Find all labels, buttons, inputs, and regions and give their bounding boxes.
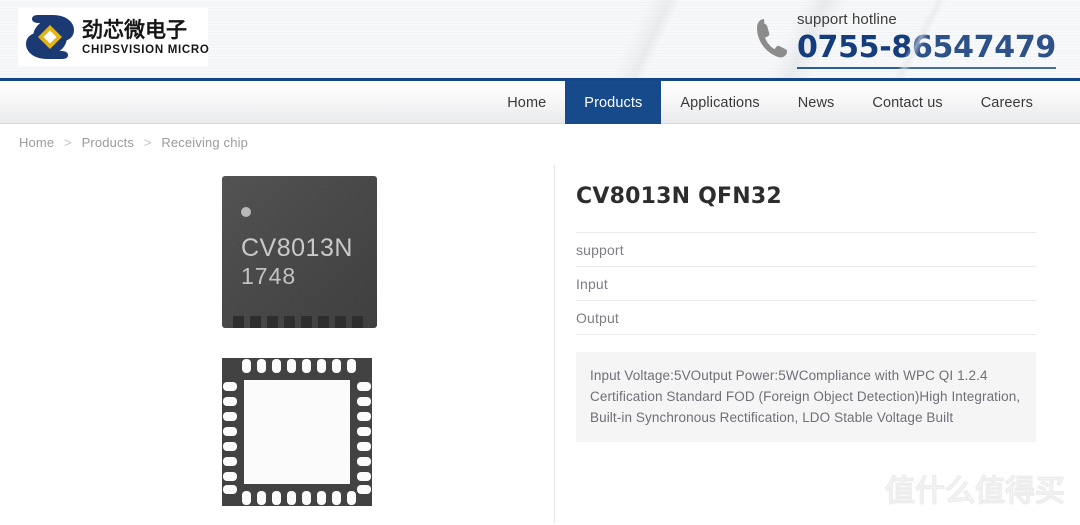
spec-row-input: Input: [576, 267, 1036, 301]
nav-item-home[interactable]: Home: [488, 81, 565, 124]
product-gallery: CV8013N 1748: [205, 170, 405, 512]
logo-name-cn: 劲芯微电子: [82, 17, 187, 42]
breadcrumb-item-products[interactable]: Products: [82, 135, 135, 150]
nav-item-applications[interactable]: Applications: [661, 81, 778, 124]
logo-text-block: 劲芯微电子 CHIPSVISION MICRO: [82, 18, 210, 57]
breadcrumb-item-receiving-chip: Receiving chip: [161, 135, 249, 150]
nav-item-products[interactable]: Products: [565, 81, 662, 124]
nav-item-careers[interactable]: Careers: [962, 81, 1052, 124]
chip-top-view-image[interactable]: CV8013N 1748: [205, 170, 395, 330]
chip-marking-part-number: CV8013N: [241, 234, 353, 262]
logo-name-en: CHIPSVISION MICRO: [82, 43, 210, 56]
hotline-label: support hotline: [796, 11, 897, 28]
chip-bottom-view-image[interactable]: [205, 352, 395, 512]
product-description: Input Voltage:5VOutput Power:5WComplianc…: [576, 352, 1036, 442]
chip-marking-date-code: 1748: [241, 263, 296, 289]
product-info-panel: CV8013N QFN32 support Input Output Input…: [576, 182, 1036, 442]
product-detail-main: CV8013N 1748 CV8013N QFN32 support Input…: [0, 160, 1080, 525]
site-header: 劲芯微电子 CHIPSVISION MICRO support hotline …: [0, 0, 1080, 78]
pin1-dot-marker: [241, 207, 251, 217]
phone-icon: [756, 19, 788, 58]
site-logo[interactable]: 劲芯微电子 CHIPSVISION MICRO: [18, 8, 210, 66]
content-vertical-divider: [554, 165, 555, 523]
chipsvision-diamond-logo-icon: [26, 15, 74, 59]
nav-list: Home Products Applications News Contact …: [488, 81, 1052, 124]
product-title: CV8013N QFN32: [576, 184, 782, 209]
spec-row-output: Output: [576, 301, 1036, 335]
hotline-text-block: support hotline 0755-86547479: [796, 10, 1056, 69]
breadcrumb-item-home[interactable]: Home: [19, 135, 54, 150]
breadcrumb: Home > Products > Receiving chip: [19, 135, 248, 150]
product-spec-list: support Input Output: [576, 232, 1036, 335]
primary-navigation: Home Products Applications News Contact …: [0, 78, 1080, 124]
nav-item-contact-us[interactable]: Contact us: [853, 81, 961, 124]
nav-item-news[interactable]: News: [779, 81, 854, 124]
spec-row-support: support: [576, 233, 1036, 267]
support-hotline: support hotline 0755-86547479: [755, 10, 1056, 69]
breadcrumb-separator: >: [64, 135, 72, 150]
breadcrumb-separator: >: [143, 135, 152, 150]
hotline-number[interactable]: 0755-86547479: [796, 30, 1056, 69]
